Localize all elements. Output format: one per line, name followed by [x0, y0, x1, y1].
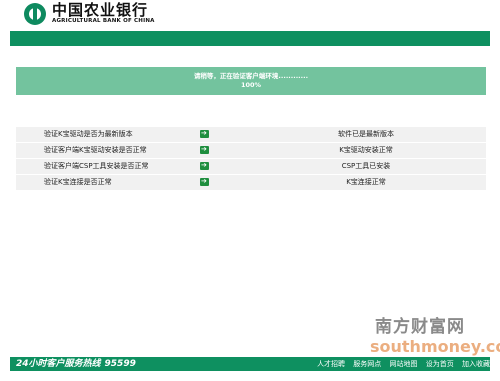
footer-link-jobs[interactable]: 人才招聘 [317, 360, 345, 368]
check-result: 软件已是最新版本 [338, 130, 394, 138]
check-row: 验证K宝驱动是否为最新版本 软件已是最新版本 [16, 127, 486, 143]
arrow-right-icon [200, 176, 209, 187]
arrow-right-icon [200, 128, 209, 139]
hotline-number: 95599 [104, 359, 136, 369]
footer-link-branches[interactable]: 服务网点 [353, 360, 381, 368]
arrow-right-icon [200, 144, 209, 155]
check-result: CSP工具已安装 [341, 162, 391, 170]
bank-name-cn: 中国农业银行 [52, 1, 149, 19]
check-list: 验证K宝驱动是否为最新版本 软件已是最新版本 验证客户端K宝驱动安装是否正常 K… [16, 127, 486, 191]
progress-message: 请稍等，正在验证客户端环境............ [193, 72, 309, 80]
footer-bar: 24小时客户服务热线 95599 人才招聘 服务网点 网站地图 设为首页 加入收藏 [10, 357, 490, 371]
footer-link-homepage[interactable]: 设为首页 [426, 360, 454, 368]
check-row: 验证客户端CSP工具安装是否正常 CSP工具已安装 [16, 159, 486, 175]
progress-percent: 100% [240, 81, 262, 89]
top-green-bar [10, 31, 490, 46]
bank-name-en: AGRICULTURAL BANK OF CHINA [52, 18, 155, 24]
check-result: K宝连接正常 [346, 178, 386, 186]
check-row: 验证客户端K宝驱动安装是否正常 K宝驱动安装正常 [16, 143, 486, 159]
check-label: 验证客户端K宝驱动安装是否正常 [44, 146, 147, 154]
footer-link-sitemap[interactable]: 网站地图 [390, 360, 418, 368]
hotline: 24小时客户服务热线 95599 [16, 358, 136, 370]
watermark-cn: 南方财富网 [375, 317, 465, 337]
header: 中国农业银行 AGRICULTURAL BANK OF CHINA [0, 0, 500, 30]
check-label: 验证K宝驱动是否为最新版本 [44, 130, 133, 138]
abc-logo-icon [24, 3, 46, 25]
footer-links: 人才招聘 服务网点 网站地图 设为首页 加入收藏 [311, 358, 490, 370]
footer-link-favorite[interactable]: 加入收藏 [462, 360, 490, 368]
arrow-right-icon [200, 160, 209, 171]
watermark-en: southmoney.com [370, 337, 500, 356]
check-label: 验证客户端CSP工具安装是否正常 [44, 162, 149, 170]
check-row: 验证K宝连接是否正常 K宝连接正常 [16, 175, 486, 191]
progress-panel: 请稍等，正在验证客户端环境............ 100% [16, 67, 486, 95]
hotline-label: 24小时客户服务热线 [16, 359, 101, 369]
check-result: K宝驱动安装正常 [339, 146, 393, 154]
check-label: 验证K宝连接是否正常 [44, 178, 112, 186]
